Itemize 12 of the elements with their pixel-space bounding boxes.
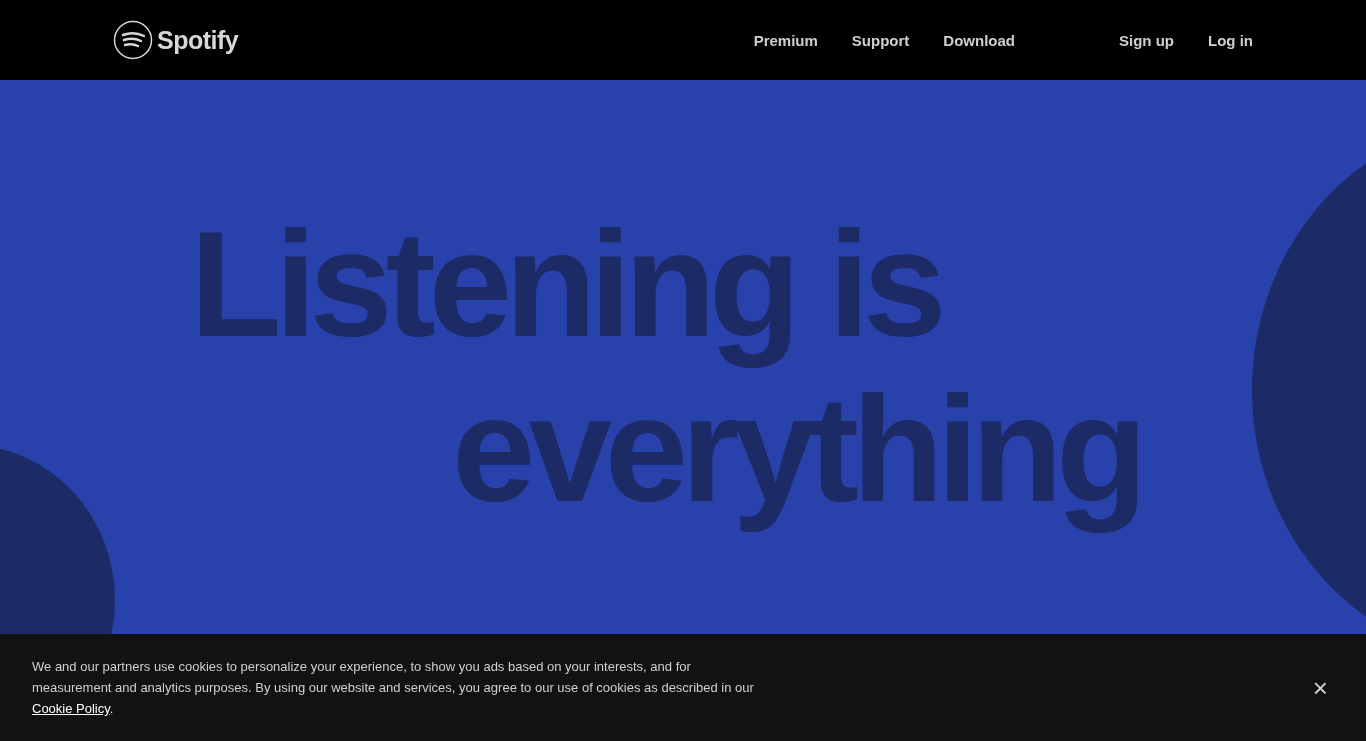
cookie-policy-link[interactable]: Cookie Policy [32,701,110,716]
nav-link[interactable]: Download [943,31,1015,49]
account-link[interactable]: Log in [1208,31,1253,49]
close-button[interactable]: × [1306,672,1334,703]
hero-headline: Listening is [190,202,941,367]
nav-link[interactable]: Support [851,31,910,49]
sound-waves-logo-icon [113,20,153,60]
nav-link[interactable]: Premium [753,31,818,49]
cookie-notice: We and our partners use cookies to personalize your experience, to show you ads based on your interests, and for measurement and analytics purposes. By using our website and services, you agree to our use of cookies as described in our Cookie Policy. [32,658,755,718]
spotify-logo[interactable]: Spotify [113,20,239,60]
hero-headline: everything [452,367,1142,532]
account-link[interactable]: Sign up [1119,31,1174,49]
